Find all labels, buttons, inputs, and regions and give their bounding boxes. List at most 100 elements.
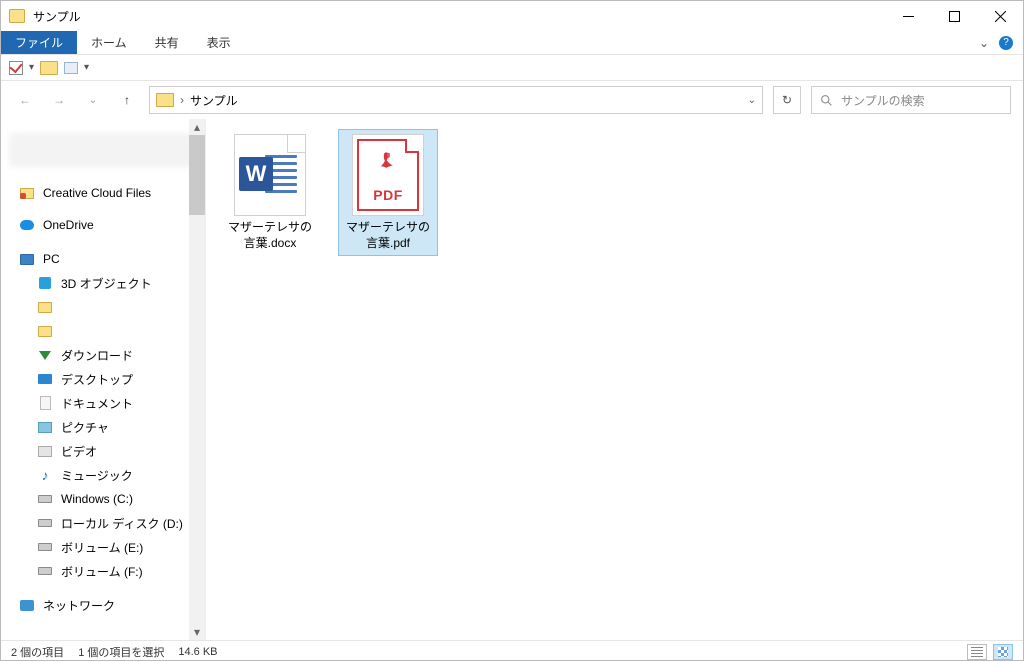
status-selection: 1 個の項目を選択 xyxy=(78,644,164,660)
pc-icon xyxy=(19,251,35,267)
navpane-item-label: ミュージック xyxy=(61,467,133,484)
file-item[interactable]: Wマザーテレサの言葉.docx xyxy=(220,129,320,256)
search-box[interactable]: サンプルの検索 xyxy=(811,86,1011,114)
close-button[interactable] xyxy=(977,1,1023,31)
vid-icon xyxy=(37,443,53,459)
navpane-item-label: ドキュメント xyxy=(61,395,133,412)
status-selection-size: 14.6 KB xyxy=(178,646,217,658)
navpane-item[interactable]: ローカル ディスク (D:) xyxy=(1,511,205,535)
scroll-up-icon[interactable]: ▴ xyxy=(189,119,205,135)
folder-y-icon xyxy=(37,299,53,315)
nav-row: ← → ⌄ ↑ › サンプル ⌄ ↻ サンプルの検索 xyxy=(1,81,1023,119)
mus-icon: ♪ xyxy=(37,467,53,483)
forward-button[interactable]: → xyxy=(47,88,71,112)
layout-icon[interactable] xyxy=(64,62,78,74)
navpane-item-label: ボリューム (F:) xyxy=(61,563,143,580)
navpane-item[interactable]: ボリューム (F:) xyxy=(1,559,205,583)
3d-icon xyxy=(37,275,53,291)
tab-file[interactable]: ファイル xyxy=(1,31,77,54)
cc-icon xyxy=(19,185,35,201)
navpane-item-label xyxy=(61,299,109,316)
navpane-item-label: デスクトップ xyxy=(61,371,133,388)
qat-dropdown-1[interactable]: ▾ xyxy=(29,62,34,73)
navpane-item[interactable]: Windows (C:) xyxy=(1,487,205,511)
status-bar: 2 個の項目 1 個の項目を選択 14.6 KB xyxy=(1,640,1023,662)
titlebar: サンプル xyxy=(1,1,1023,31)
navpane-item-label: OneDrive xyxy=(43,218,94,232)
address-dropdown[interactable]: ⌄ xyxy=(748,95,756,106)
folder-icon xyxy=(9,9,25,23)
tab-home[interactable]: ホーム xyxy=(77,31,141,54)
navpane-item[interactable]: ピクチャ xyxy=(1,415,205,439)
details-view-button[interactable] xyxy=(967,644,987,660)
dl-icon xyxy=(37,347,53,363)
new-folder-icon[interactable] xyxy=(40,61,58,75)
navpane-item[interactable]: ダウンロード xyxy=(1,343,205,367)
drive-icon xyxy=(37,539,53,555)
help-icon[interactable]: ? xyxy=(999,36,1013,50)
window-controls xyxy=(885,1,1023,31)
drive-icon xyxy=(37,563,53,579)
address-folder-icon xyxy=(156,93,174,107)
window-title: サンプル xyxy=(33,8,81,25)
address-bar[interactable]: › サンプル ⌄ xyxy=(149,86,763,114)
navpane-item[interactable]: ♪ ミュージック xyxy=(1,463,205,487)
doc-icon xyxy=(37,395,53,411)
qat-dropdown-2[interactable]: ▾ xyxy=(84,62,89,73)
navpane-item[interactable]: Creative Cloud Files xyxy=(1,181,205,205)
navpane-item[interactable]: デスクトップ xyxy=(1,367,205,391)
navpane-item-label: ビデオ xyxy=(61,443,97,460)
breadcrumb-separator: › xyxy=(180,93,184,107)
navpane-item[interactable]: OneDrive xyxy=(1,213,205,237)
up-button[interactable]: ↑ xyxy=(115,88,139,112)
breadcrumb-folder[interactable]: サンプル xyxy=(190,92,238,109)
back-button[interactable]: ← xyxy=(13,88,37,112)
navpane-item-label: PC xyxy=(43,252,60,266)
navpane-item-label: ネットワーク xyxy=(43,597,115,614)
drive-icon xyxy=(37,515,53,531)
ribbon-expand-button[interactable]: ⌄ xyxy=(979,36,989,50)
navpane-item[interactable]: ドキュメント xyxy=(1,391,205,415)
recent-locations-button[interactable]: ⌄ xyxy=(81,88,105,112)
navpane-item-label: ピクチャ xyxy=(61,419,109,436)
scroll-down-icon[interactable]: ▾ xyxy=(189,624,205,640)
navpane-item-label: Windows (C:) xyxy=(61,492,133,506)
pdf-file-icon: PDF xyxy=(352,134,424,216)
tab-share[interactable]: 共有 xyxy=(141,31,193,54)
word-file-icon: W xyxy=(234,134,306,216)
navpane-item[interactable]: ボリューム (E:) xyxy=(1,535,205,559)
maximize-button[interactable] xyxy=(931,1,977,31)
navpane-item-label: ダウンロード xyxy=(61,347,133,364)
search-icon xyxy=(820,94,833,107)
file-name-label: マザーテレサの言葉.pdf xyxy=(343,220,433,251)
refresh-button[interactable]: ↻ xyxy=(773,86,801,114)
pic-icon xyxy=(37,419,53,435)
body: Creative Cloud FilesOneDrivePC3D オブジェクト … xyxy=(1,119,1023,640)
icons-view-button[interactable] xyxy=(993,644,1013,660)
search-placeholder: サンプルの検索 xyxy=(841,92,925,109)
properties-icon[interactable] xyxy=(9,61,23,75)
quick-access-toolbar: ▾ ▾ xyxy=(1,55,1023,81)
file-content-area[interactable]: Wマザーテレサの言葉.docx PDF マザーテレサの言葉.pdf xyxy=(206,119,1023,640)
navpane-item[interactable]: ビデオ xyxy=(1,439,205,463)
cloud-icon xyxy=(19,217,35,233)
minimize-button[interactable] xyxy=(885,1,931,31)
navpane-item-label: ローカル ディスク (D:) xyxy=(61,515,183,532)
navpane-item-label: ボリューム (E:) xyxy=(61,539,143,556)
navpane-item[interactable]: ネットワーク xyxy=(1,593,205,617)
scroll-thumb[interactable] xyxy=(189,135,205,215)
navpane-item-label: Creative Cloud Files xyxy=(43,186,151,200)
desktop-icon xyxy=(37,371,53,387)
navpane-blurred-section xyxy=(9,133,197,167)
net-icon xyxy=(19,597,35,613)
navpane-item[interactable]: 3D オブジェクト xyxy=(1,271,205,295)
navpane-scrollbar[interactable]: ▴ ▾ xyxy=(189,119,205,640)
file-item[interactable]: PDF マザーテレサの言葉.pdf xyxy=(338,129,438,256)
navigation-pane: Creative Cloud FilesOneDrivePC3D オブジェクト … xyxy=(1,119,206,640)
tab-view[interactable]: 表示 xyxy=(193,31,245,54)
navpane-item[interactable]: PC xyxy=(1,247,205,271)
navpane-item[interactable] xyxy=(1,319,205,343)
drive-icon xyxy=(37,491,53,507)
ribbon-tabs: ファイル ホーム 共有 表示 ⌄ ? xyxy=(1,31,1023,55)
navpane-item[interactable] xyxy=(1,295,205,319)
